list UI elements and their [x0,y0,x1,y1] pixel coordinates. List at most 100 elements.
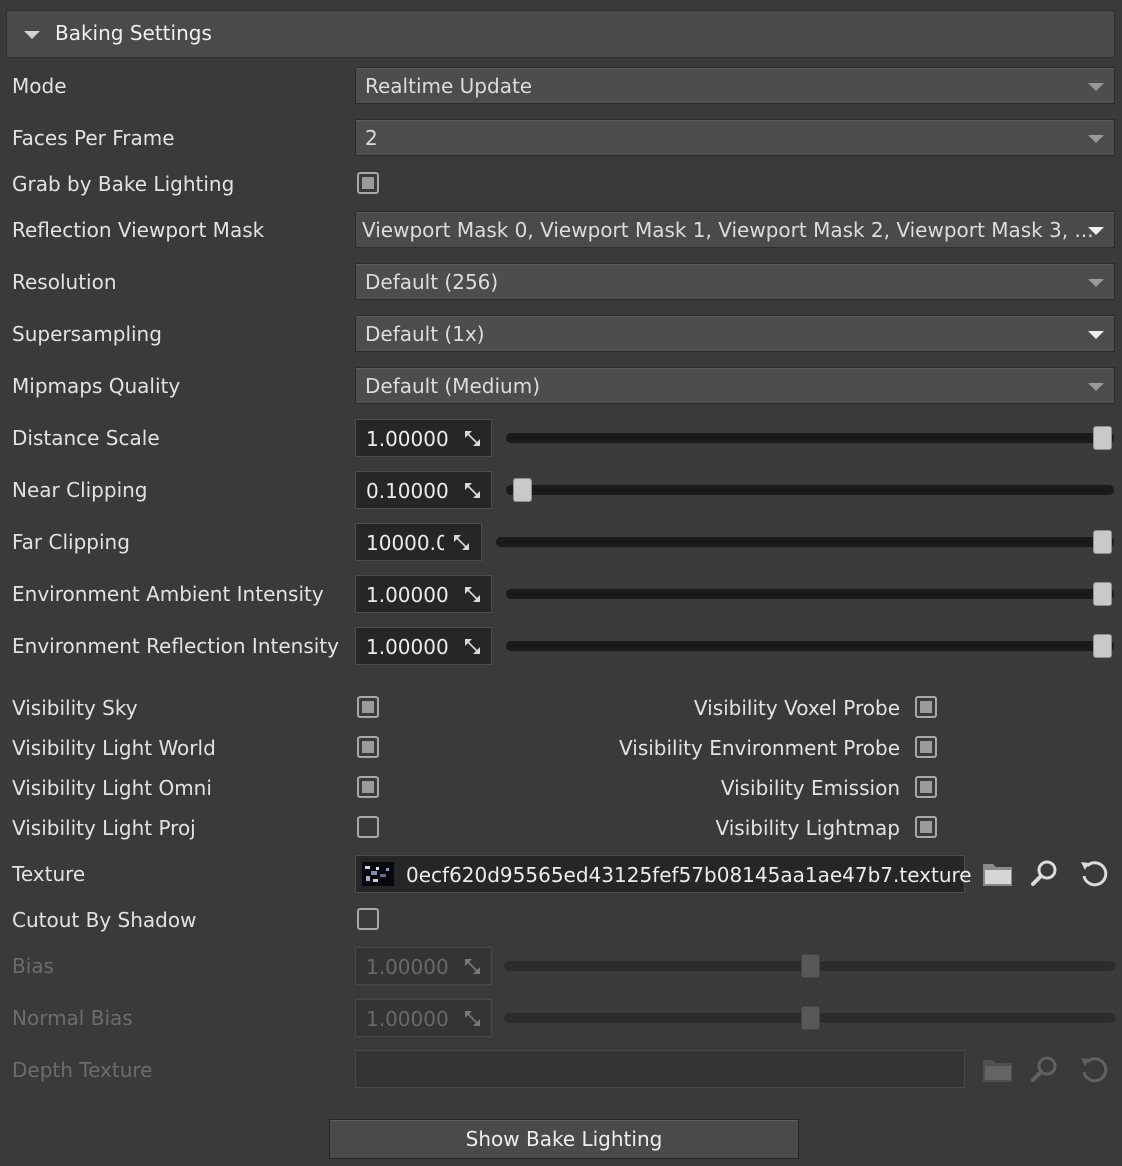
visibility-lightmap-checkbox[interactable] [915,816,937,838]
env-ambient-intensity-label: Environment Ambient Intensity [12,582,324,606]
mipmaps-quality-label: Mipmaps Quality [12,374,181,398]
reflection-viewport-mask-value: Viewport Mask 0, Viewport Mask 1, Viewpo… [362,218,1094,242]
visibility-environment-probe-label: Visibility Environment Probe [619,736,900,760]
collapse-triangle-icon[interactable] [24,31,40,39]
bias-slider-thumb[interactable] [801,954,820,978]
env-ambient-intensity-value: 1.00000 [366,583,449,607]
cutout-by-shadow-label: Cutout By Shadow [12,908,197,932]
far-clipping-label: Far Clipping [12,530,130,554]
section-title: Baking Settings [55,21,212,45]
chevron-down-icon [1088,383,1104,391]
visibility-light-omni-label: Visibility Light Omni [12,776,212,800]
show-bake-lighting-label: Show Bake Lighting [465,1127,663,1151]
near-clipping-value: 0.10000 [366,479,449,503]
faces-per-frame-dropdown[interactable]: 2 [355,119,1115,156]
resize-icon[interactable] [464,482,481,499]
chevron-down-icon [1088,227,1104,235]
resolution-value: Default (256) [365,270,499,294]
search-icon[interactable] [1030,1054,1060,1084]
supersampling-dropdown[interactable]: Default (1x) [355,315,1115,352]
resize-icon[interactable] [453,534,470,551]
resize-icon[interactable] [464,958,481,975]
far-clipping-slider-track[interactable] [496,537,1114,547]
mode-value: Realtime Update [365,74,533,98]
grab-by-bake-lighting-checkbox[interactable] [357,172,379,194]
depth-texture-field[interactable] [355,1050,965,1088]
reflection-viewport-mask-label: Reflection Viewport Mask [12,218,265,242]
distance-scale-field[interactable]: 1.00000 [355,419,492,457]
mipmaps-quality-dropdown[interactable]: Default (Medium) [355,367,1115,404]
mode-label: Mode [12,74,67,98]
near-clipping-field[interactable]: 0.10000 [355,471,492,509]
normal-bias-label: Normal Bias [12,1006,133,1030]
depth-texture-label: Depth Texture [12,1058,153,1082]
supersampling-value: Default (1x) [365,322,485,346]
visibility-emission-label: Visibility Emission [720,776,900,800]
near-clipping-slider-track[interactable] [506,485,1114,495]
distance-scale-slider-thumb[interactable] [1093,426,1112,450]
far-clipping-value: 10000.0 [366,531,444,555]
visibility-sky-checkbox[interactable] [357,696,379,718]
resolution-label: Resolution [12,270,117,294]
bias-value: 1.00000 [366,955,449,979]
texture-thumbnail [362,862,394,886]
normal-bias-value: 1.00000 [366,1007,449,1031]
mipmaps-quality-value: Default (Medium) [365,374,541,398]
cutout-by-shadow-checkbox[interactable] [357,908,379,930]
distance-scale-value: 1.00000 [366,427,449,451]
section-header-baking-settings[interactable]: Baking Settings [6,10,1115,58]
chevron-down-icon [1088,135,1104,143]
near-clipping-label: Near Clipping [12,478,148,502]
texture-field[interactable]: 0ecf620d95565ed43125fef57b08145aa1ae47b7… [355,855,972,893]
visibility-lightmap-label: Visibility Lightmap [715,816,900,840]
bias-field[interactable]: 1.00000 [355,947,492,985]
reset-icon[interactable] [1078,858,1110,890]
visibility-emission-checkbox[interactable] [915,776,937,798]
faces-per-frame-label: Faces Per Frame [12,126,175,150]
distance-scale-label: Distance Scale [12,426,160,450]
env-reflection-intensity-value: 1.00000 [366,635,449,659]
env-ambient-intensity-slider-track[interactable] [506,589,1114,599]
texture-label: Texture [12,862,86,886]
near-clipping-slider-thumb[interactable] [513,478,532,502]
far-clipping-field[interactable]: 10000.0 [355,523,482,561]
search-icon[interactable] [1030,858,1060,888]
visibility-light-omni-checkbox[interactable] [357,776,379,798]
faces-per-frame-value: 2 [365,126,378,150]
env-reflection-intensity-label: Environment Reflection Intensity [12,634,339,658]
chevron-down-icon [1088,279,1104,287]
visibility-light-world-checkbox[interactable] [357,736,379,758]
grab-by-bake-lighting-label: Grab by Bake Lighting [12,172,235,196]
resize-icon[interactable] [464,586,481,603]
reset-icon[interactable] [1078,1054,1110,1086]
resolution-dropdown[interactable]: Default (256) [355,263,1115,300]
chevron-down-icon [1088,83,1104,91]
env-ambient-intensity-slider-thumb[interactable] [1093,582,1112,606]
env-ambient-intensity-field[interactable]: 1.00000 [355,575,492,613]
normal-bias-field[interactable]: 1.00000 [355,999,492,1037]
visibility-sky-label: Visibility Sky [12,696,138,720]
visibility-environment-probe-checkbox[interactable] [915,736,937,758]
visibility-light-proj-checkbox[interactable] [357,816,379,838]
resize-icon[interactable] [464,430,481,447]
far-clipping-slider-thumb[interactable] [1093,530,1112,554]
supersampling-label: Supersampling [12,322,162,346]
chevron-down-icon [1088,331,1104,339]
normal-bias-slider-thumb[interactable] [801,1006,820,1030]
mode-dropdown[interactable]: Realtime Update [355,67,1115,104]
visibility-light-proj-label: Visibility Light Proj [12,816,196,840]
distance-scale-slider-track[interactable] [506,433,1114,443]
visibility-voxel-probe-checkbox[interactable] [915,696,937,718]
env-reflection-intensity-slider-track[interactable] [506,641,1114,651]
folder-icon[interactable] [981,859,1015,889]
bias-label: Bias [12,954,54,978]
env-reflection-intensity-field[interactable]: 1.00000 [355,627,492,665]
reflection-viewport-mask-dropdown[interactable]: Viewport Mask 0, Viewport Mask 1, Viewpo… [355,211,1115,248]
texture-path: 0ecf620d95565ed43125fef57b08145aa1ae47b7… [406,863,972,887]
resize-icon[interactable] [464,638,481,655]
folder-icon[interactable] [981,1055,1015,1085]
show-bake-lighting-button[interactable]: Show Bake Lighting [329,1119,799,1159]
resize-icon[interactable] [464,1010,481,1027]
env-reflection-intensity-slider-thumb[interactable] [1093,634,1112,658]
visibility-voxel-probe-label: Visibility Voxel Probe [693,696,900,720]
